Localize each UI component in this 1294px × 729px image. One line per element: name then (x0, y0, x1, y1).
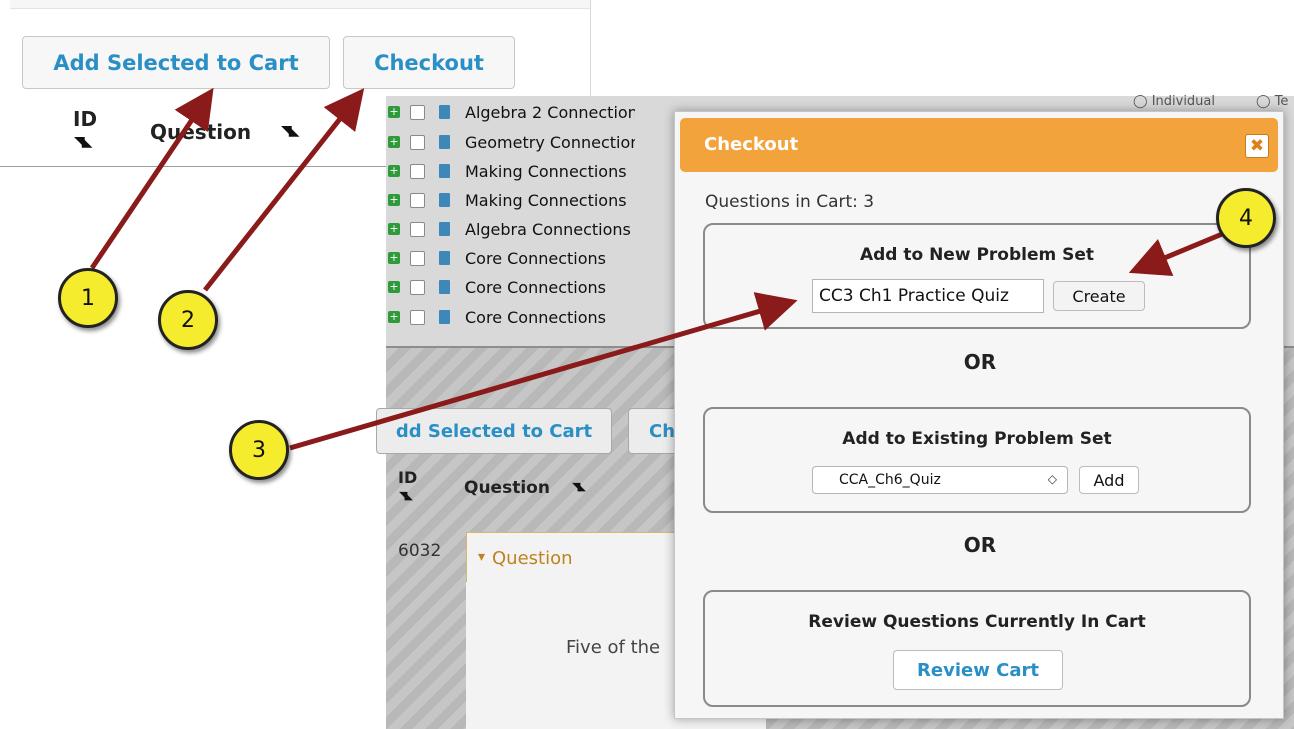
radio-individual[interactable]: ◯ Individual (1133, 94, 1215, 109)
question-id: 6032 (398, 541, 442, 561)
tree-item[interactable]: + Core Connections (386, 277, 696, 297)
book-icon (439, 105, 450, 119)
review-cart-button[interactable]: Review Cart (893, 650, 1063, 690)
tree-item-label: Algebra Connections (465, 219, 631, 239)
checkbox[interactable] (410, 104, 425, 120)
add-button[interactable]: Add (1079, 466, 1139, 494)
tree-item[interactable]: + Algebra 2 Connections (386, 102, 696, 122)
callout-2: 2 (158, 290, 218, 350)
tree-item-label: Algebra 2 Connections (465, 102, 635, 122)
checkout-dialog: Checkout ✖ Questions in Cart: 3 Add to N… (674, 111, 1284, 719)
add-selected-to-cart-button[interactable]: Add Selected to Cart (22, 36, 330, 89)
book-icon (439, 222, 450, 236)
checkbox[interactable] (410, 192, 425, 208)
expand-icon[interactable]: + (388, 223, 400, 235)
tree-item-label: Making Connections (465, 190, 627, 210)
or-separator: OR (963, 533, 997, 557)
callout-3: 3 (229, 420, 289, 480)
sort-icon[interactable]: ◥◣ (74, 134, 92, 150)
existing-problem-set-group: Add to Existing Problem Set CCA_Ch6_Quiz… (703, 407, 1251, 513)
checkbox[interactable] (410, 279, 425, 295)
tree-item[interactable]: + Algebra Connections (386, 219, 696, 239)
question-label: Question (492, 548, 573, 569)
column-header-id-back[interactable]: ID (398, 468, 417, 487)
expand-icon[interactable]: + (388, 194, 400, 206)
group-title: Review Questions Currently In Cart (808, 612, 1146, 632)
expand-icon[interactable]: + (388, 252, 400, 264)
radio-label: Te (1274, 94, 1289, 109)
expand-icon[interactable]: + (388, 106, 400, 118)
select-value: CCA_Ch6_Quiz (839, 472, 941, 488)
new-problem-set-group: Add to New Problem Set Create (703, 223, 1251, 329)
problem-set-select[interactable]: CCA_Ch6_Quiz ◇ (812, 466, 1068, 494)
sort-icon[interactable]: ◥◣ (399, 489, 413, 502)
expand-icon[interactable]: + (388, 165, 400, 177)
tree-item[interactable]: + Making Connections (386, 190, 696, 210)
checkbox[interactable] (410, 309, 425, 325)
expand-icon[interactable]: + (388, 281, 400, 293)
expand-icon[interactable]: + (388, 136, 400, 148)
checkbox[interactable] (410, 163, 425, 179)
group-title: Add to New Problem Set (859, 245, 1095, 265)
checkbox[interactable] (410, 134, 425, 150)
top-strip (10, 0, 590, 9)
tree-item[interactable]: + Core Connections (386, 248, 696, 268)
tree-item-label: Core Connections (465, 307, 606, 327)
dialog-title-bar[interactable]: Checkout ✖ (680, 118, 1278, 172)
sort-icon[interactable]: ◥◣ (572, 480, 586, 493)
book-icon (439, 280, 450, 294)
book-icon (439, 135, 450, 149)
review-cart-group: Review Questions Currently In Cart Revie… (703, 590, 1251, 707)
checkout-button[interactable]: Checkout (343, 36, 515, 89)
create-button[interactable]: Create (1053, 281, 1145, 311)
book-icon (439, 310, 450, 324)
column-header-question-back[interactable]: Question (464, 478, 550, 498)
tree-item-label: Core Connections (465, 248, 606, 268)
book-icon (439, 164, 450, 178)
question-text: Five of the (566, 637, 661, 658)
close-icon[interactable]: ✖ (1245, 134, 1269, 158)
column-header-question[interactable]: Question (150, 120, 251, 144)
cart-count: Questions in Cart: 3 (705, 192, 875, 212)
expand-icon[interactable]: + (388, 311, 400, 323)
tree-item[interactable]: + Core Connections (386, 307, 696, 327)
tree-item-label: Core Connections (465, 277, 606, 297)
checkbox[interactable] (410, 221, 425, 237)
collapse-icon[interactable]: ▾ (478, 549, 485, 565)
dialog-title: Checkout (704, 134, 799, 155)
column-header-id[interactable]: ID (73, 107, 97, 131)
problem-set-name-input[interactable] (812, 279, 1044, 313)
radio-label: Individual (1151, 94, 1215, 109)
tree-item-label: Making Connections (465, 161, 627, 181)
radio-other[interactable]: ◯ Te (1256, 94, 1288, 109)
add-selected-to-cart-button-back[interactable]: dd Selected to Cart (376, 408, 612, 454)
tree-item[interactable]: + Making Connections (386, 161, 696, 181)
sort-icon[interactable]: ◥◣ (281, 123, 299, 139)
book-icon (439, 193, 450, 207)
or-separator: OR (963, 350, 997, 374)
callout-4: 4 (1216, 188, 1276, 248)
checkbox[interactable] (410, 250, 425, 266)
group-title: Add to Existing Problem Set (842, 429, 1112, 449)
tree-item-label: Geometry Connections (465, 132, 635, 152)
book-icon (439, 251, 450, 265)
chevron-updown-icon: ◇ (1047, 472, 1057, 486)
callout-1: 1 (58, 268, 118, 328)
tree-item[interactable]: + Geometry Connections (386, 132, 696, 152)
